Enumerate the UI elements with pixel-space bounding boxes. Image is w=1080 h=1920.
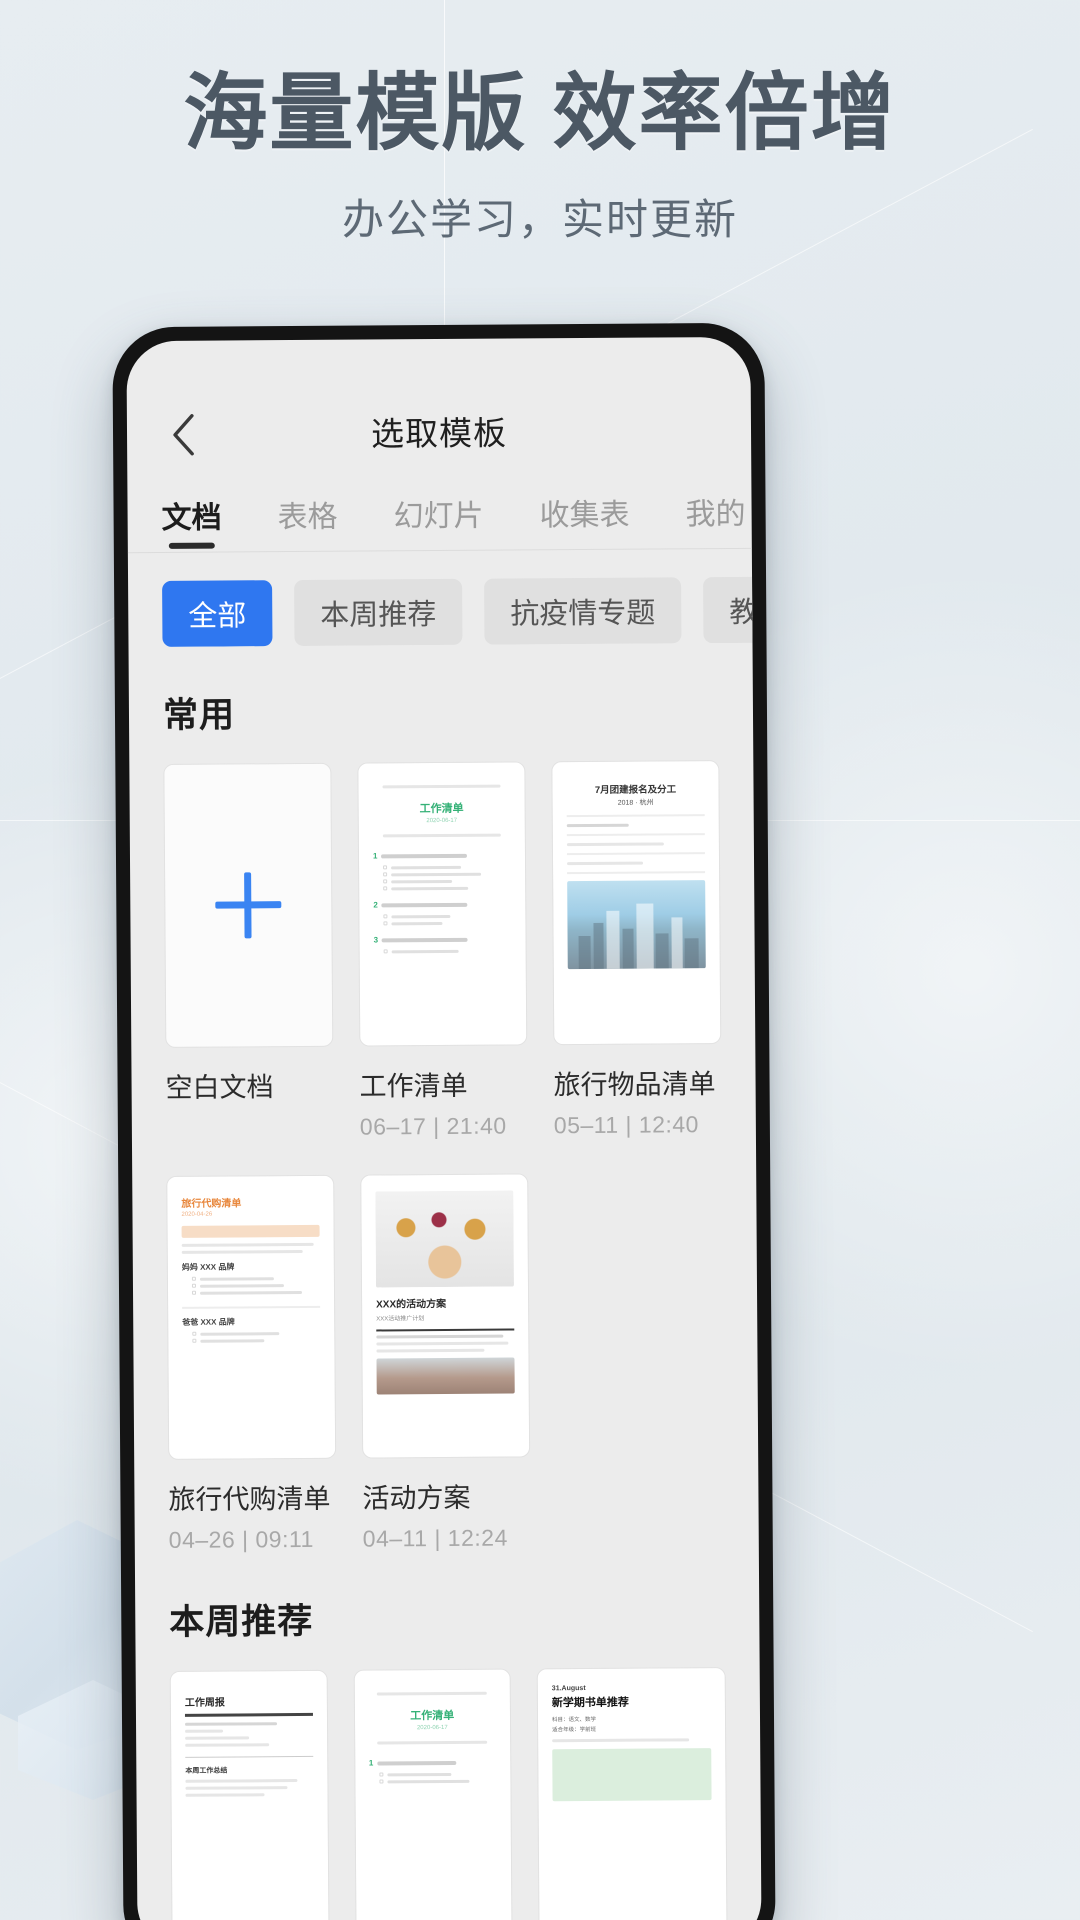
grid-row-spacer bbox=[166, 1138, 722, 1176]
activity-photo-secondary bbox=[376, 1357, 515, 1395]
booklist-highlight-block bbox=[552, 1748, 712, 1802]
template-thumbnail[interactable]: 31.August 新学期书单推荐 科目：语文、数学 适合年级：学前班 bbox=[536, 1667, 728, 1920]
activity-preview: XXX的活动方案 XXX活动推广计划 bbox=[361, 1174, 530, 1458]
template-thumbnail[interactable]: 工作清单 2020-06-17 1 2 3 bbox=[357, 761, 528, 1047]
template-grid-weekly: 工作周报 本周工作总结 工作周报 bbox=[169, 1667, 728, 1920]
template-card-activity-plan[interactable]: XXX的活动方案 XXX活动推广计划 活动方案 04–11 | 12:24 bbox=[360, 1173, 531, 1552]
booklist-preview: 31.August 新学期书单推荐 科目：语文、数学 适合年级：学前班 bbox=[537, 1668, 727, 1920]
template-card-date: 06–17 | 21:40 bbox=[359, 1112, 507, 1140]
thumb-booklist-date: 31.August bbox=[551, 1685, 586, 1693]
travel-photo bbox=[567, 880, 706, 970]
template-thumbnail[interactable]: 工作清单 2020-06-17 1 bbox=[353, 1668, 513, 1920]
thumb-travel-title: 7月团建报名及分工 bbox=[594, 784, 677, 796]
thumb-travel-subtitle: 2018 · 杭州 bbox=[617, 799, 654, 807]
template-thumbnail[interactable]: 工作周报 本周工作总结 bbox=[169, 1669, 330, 1920]
chip-education[interactable]: 教育 bbox=[703, 576, 753, 644]
promo-title: 海量模版 效率倍增 bbox=[183, 66, 897, 160]
template-card-weekly-report[interactable]: 工作周报 本周工作总结 工作周报 bbox=[169, 1669, 330, 1920]
blank-doc-preview bbox=[164, 763, 333, 1047]
thumb-booklist-meta-1: 科目：语文、数学 bbox=[551, 1716, 597, 1724]
template-card-title: 旅行代购清单 bbox=[168, 1483, 331, 1515]
tab-spreadsheets[interactable]: 表格 bbox=[277, 492, 338, 552]
template-card-travel-items[interactable]: 7月团建报名及分工 2018 · 杭州 旅行物品清单 05–11 | 12:40 bbox=[551, 760, 722, 1139]
template-card-date: 04–11 | 12:24 bbox=[362, 1524, 508, 1552]
template-grid-frequent: 空白文档 工作清单 2020-06-17 1 2 3 工作清单 06–17 | … bbox=[163, 760, 722, 1142]
chip-weekly-picks[interactable]: 本周推荐 bbox=[294, 578, 463, 647]
template-thumbnail[interactable]: XXX的活动方案 XXX活动推广计划 bbox=[360, 1173, 531, 1459]
thumb-activity-title: XXX的活动方案 bbox=[376, 1298, 447, 1311]
thumb-shopping-title: 旅行代购清单 bbox=[181, 1198, 242, 1210]
shopping-preview: 旅行代购清单 2020-04-26 妈妈 XXX 品牌 爸爸 XXX 品牌 bbox=[167, 1175, 336, 1459]
thumb-checklist-title: 工作清单 bbox=[410, 1709, 455, 1723]
chevron-left-icon bbox=[170, 413, 196, 457]
tab-documents[interactable]: 文档 bbox=[161, 493, 222, 553]
template-card-title: 活动方案 bbox=[362, 1482, 471, 1514]
template-thumbnail[interactable]: 旅行代购清单 2020-04-26 妈妈 XXX 品牌 爸爸 XXX 品牌 bbox=[166, 1174, 337, 1460]
filter-chip-row[interactable]: 全部 本周推荐 抗疫情专题 教育 bbox=[128, 549, 753, 647]
template-thumbnail[interactable] bbox=[163, 762, 334, 1048]
checklist-preview: 工作清单 2020-06-17 1 2 3 bbox=[358, 762, 527, 1046]
app-navbar: 选取模板 bbox=[126, 337, 751, 479]
thumb-report-head: 本周工作总结 bbox=[185, 1767, 228, 1775]
template-card-title: 空白文档 bbox=[165, 1072, 274, 1103]
tab-slides[interactable]: 幻灯片 bbox=[393, 491, 483, 552]
template-card-title: 旅行物品清单 bbox=[553, 1069, 716, 1101]
app-screen: 选取模板 文档 表格 幻灯片 收集表 我的 全部 本周推荐 抗疫情专题 教育 常… bbox=[126, 336, 762, 1920]
tab-forms[interactable]: 收集表 bbox=[539, 490, 629, 551]
activity-photo bbox=[375, 1190, 514, 1288]
thumb-checklist-title: 工作清单 bbox=[419, 802, 464, 816]
chip-all[interactable]: 全部 bbox=[162, 580, 273, 647]
thumb-checklist-subtitle: 2020-06-17 bbox=[426, 817, 458, 825]
thumb-checklist-subtitle: 2020-06-17 bbox=[416, 1724, 448, 1732]
category-tabs: 文档 表格 幻灯片 收集表 我的 bbox=[127, 475, 752, 554]
template-grid-frequent-row2: 旅行代购清单 2020-04-26 妈妈 XXX 品牌 爸爸 XXX 品牌 旅行… bbox=[166, 1172, 725, 1554]
thumb-shopping-subtitle: 2020-04-26 bbox=[181, 1211, 213, 1218]
template-card-date: 05–11 | 12:40 bbox=[553, 1111, 700, 1139]
tab-mine[interactable]: 我的 bbox=[685, 489, 745, 549]
grid-empty-cell bbox=[554, 1172, 725, 1551]
phone-mockup: 选取模板 文档 表格 幻灯片 收集表 我的 全部 本周推荐 抗疫情专题 教育 常… bbox=[112, 322, 776, 1920]
template-card-work-checklist[interactable]: 工作清单 2020-06-17 1 2 3 工作清单 06–17 | 21:40 bbox=[357, 761, 528, 1140]
thumb-booklist-meta-2: 适合年级：学前班 bbox=[552, 1726, 597, 1734]
template-card-date: 04–26 | 09:11 bbox=[168, 1525, 314, 1553]
checklist-preview: 工作清单 2020-06-17 1 bbox=[354, 1669, 512, 1920]
thumb-shopping-head-2: 爸爸 XXX 品牌 bbox=[182, 1317, 235, 1327]
template-card-title: 工作清单 bbox=[359, 1070, 468, 1102]
plus-icon bbox=[215, 872, 281, 938]
thumb-shopping-head-1: 妈妈 XXX 品牌 bbox=[181, 1262, 235, 1272]
template-card-work-checklist-weekly[interactable]: 工作清单 2020-06-17 1 工作清单 bbox=[353, 1668, 513, 1920]
chip-epidemic-topic[interactable]: 抗疫情专题 bbox=[484, 577, 682, 645]
section-title-frequent: 常用 bbox=[162, 695, 236, 735]
thumb-booklist-title: 新学期书单推荐 bbox=[551, 1696, 629, 1710]
thumb-report-title: 工作周报 bbox=[184, 1697, 225, 1709]
page-title: 选取模板 bbox=[370, 414, 508, 453]
section-title-weekly: 本周推荐 bbox=[169, 1601, 314, 1642]
thumb-activity-subtitle: XXX活动推广计划 bbox=[376, 1316, 425, 1323]
template-content: 常用 空白文档 工作清单 2020-06-17 1 2 3 工作清单 06–17… bbox=[129, 683, 762, 1920]
promo-subtitle: 办公学习，实时更新 bbox=[341, 196, 738, 244]
promo-header: 海量模版 效率倍增 办公学习，实时更新 bbox=[0, 0, 1080, 247]
template-card-blank-doc[interactable]: 空白文档 bbox=[163, 762, 334, 1142]
report-preview: 工作周报 本周工作总结 bbox=[170, 1670, 329, 1920]
template-card-travel-shopping[interactable]: 旅行代购清单 2020-04-26 妈妈 XXX 品牌 爸爸 XXX 品牌 旅行… bbox=[166, 1174, 337, 1554]
travel-preview: 7月团建报名及分工 2018 · 杭州 bbox=[552, 761, 721, 1045]
template-thumbnail[interactable]: 7月团建报名及分工 2018 · 杭州 bbox=[551, 760, 722, 1046]
template-card-booklist[interactable]: 31.August 新学期书单推荐 科目：语文、数学 适合年级：学前班 新学期书… bbox=[536, 1667, 728, 1920]
back-button[interactable] bbox=[155, 407, 211, 463]
